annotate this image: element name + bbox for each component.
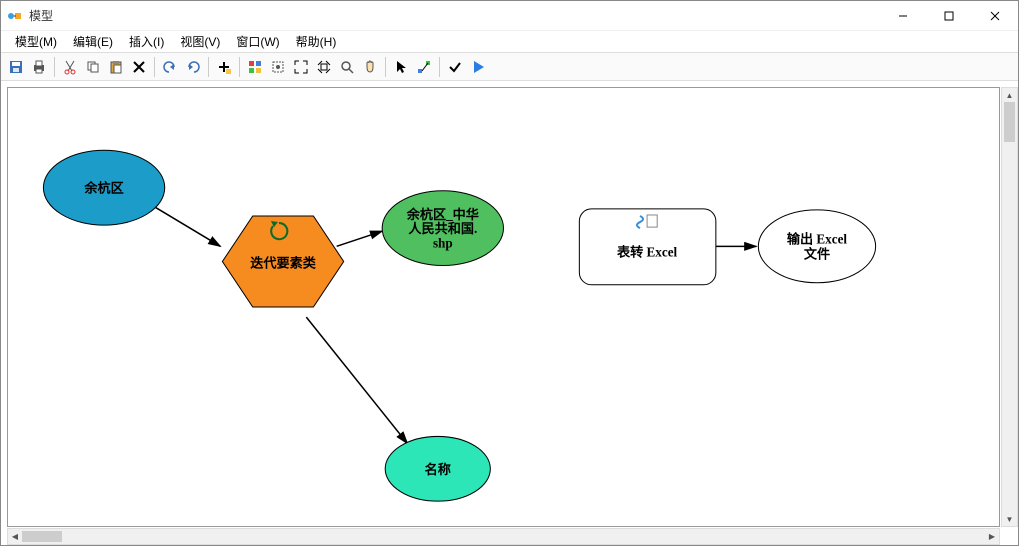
- node-label: 人民共和国.: [408, 220, 477, 236]
- titlebar: 模型: [1, 1, 1018, 31]
- scroll-down-icon[interactable]: ▼: [1002, 512, 1017, 526]
- menu-edit[interactable]: 编辑(E): [65, 31, 121, 52]
- magnify-icon[interactable]: [336, 56, 358, 78]
- menu-window[interactable]: 窗口(W): [228, 31, 287, 52]
- scroll-left-icon[interactable]: ◀: [8, 529, 22, 544]
- toolbar: [1, 53, 1018, 81]
- toolbar-separator: [54, 57, 55, 77]
- menubar: 模型(M) 编辑(E) 插入(I) 视图(V) 窗口(W) 帮助(H): [1, 31, 1018, 53]
- node-label: 文件: [804, 245, 830, 261]
- zoom-out-icon[interactable]: [313, 56, 335, 78]
- scroll-right-icon[interactable]: ▶: [985, 529, 999, 544]
- toolbar-separator: [385, 57, 386, 77]
- run-icon[interactable]: [467, 56, 489, 78]
- pan-icon[interactable]: [359, 56, 381, 78]
- add-data-icon[interactable]: [213, 56, 235, 78]
- toolbar-separator: [154, 57, 155, 77]
- maximize-button[interactable]: [926, 1, 972, 31]
- toolbar-separator: [239, 57, 240, 77]
- menu-insert[interactable]: 插入(I): [121, 31, 172, 52]
- node-label: shp: [433, 235, 453, 250]
- node-label: 余杭区_中华: [406, 206, 479, 222]
- horizontal-scrollbar[interactable]: ◀ ▶: [7, 528, 1000, 545]
- scroll-thumb[interactable]: [22, 531, 62, 542]
- full-extent-icon[interactable]: [267, 56, 289, 78]
- minimize-button[interactable]: [880, 1, 926, 31]
- toolbar-separator: [439, 57, 440, 77]
- close-button[interactable]: [972, 1, 1018, 31]
- connector[interactable]: [337, 231, 383, 246]
- menu-help[interactable]: 帮助(H): [288, 31, 345, 52]
- app-icon: [7, 8, 23, 24]
- scroll-up-icon[interactable]: ▲: [1002, 88, 1017, 102]
- save-icon[interactable]: [5, 56, 27, 78]
- menu-model[interactable]: 模型(M): [7, 31, 65, 52]
- vertical-scrollbar[interactable]: ▲ ▼: [1001, 87, 1018, 527]
- autolayout-icon[interactable]: [244, 56, 266, 78]
- node-label: 输出 Excel: [787, 230, 847, 246]
- toolbar-separator: [208, 57, 209, 77]
- node-label: 表转 Excel: [617, 243, 677, 259]
- paste-icon[interactable]: [105, 56, 127, 78]
- connect-icon[interactable]: [413, 56, 435, 78]
- select-icon[interactable]: [390, 56, 412, 78]
- node-label: 迭代要素类: [250, 255, 316, 271]
- redo-icon[interactable]: [182, 56, 204, 78]
- delete-icon[interactable]: [128, 56, 150, 78]
- copy-icon[interactable]: [82, 56, 104, 78]
- model-canvas[interactable]: 余杭区 迭代要素类 余杭区_中华 人民共和国. shp 名称: [7, 87, 1000, 527]
- undo-icon[interactable]: [159, 56, 181, 78]
- print-icon[interactable]: [28, 56, 50, 78]
- connector[interactable]: [306, 317, 407, 443]
- validate-icon[interactable]: [444, 56, 466, 78]
- node-label: 名称: [425, 461, 451, 477]
- cut-icon[interactable]: [59, 56, 81, 78]
- node-label: 余杭区: [83, 180, 123, 196]
- window-title: 模型: [29, 7, 880, 24]
- zoom-in-icon[interactable]: [290, 56, 312, 78]
- scroll-thumb[interactable]: [1004, 102, 1015, 142]
- menu-view[interactable]: 视图(V): [172, 31, 228, 52]
